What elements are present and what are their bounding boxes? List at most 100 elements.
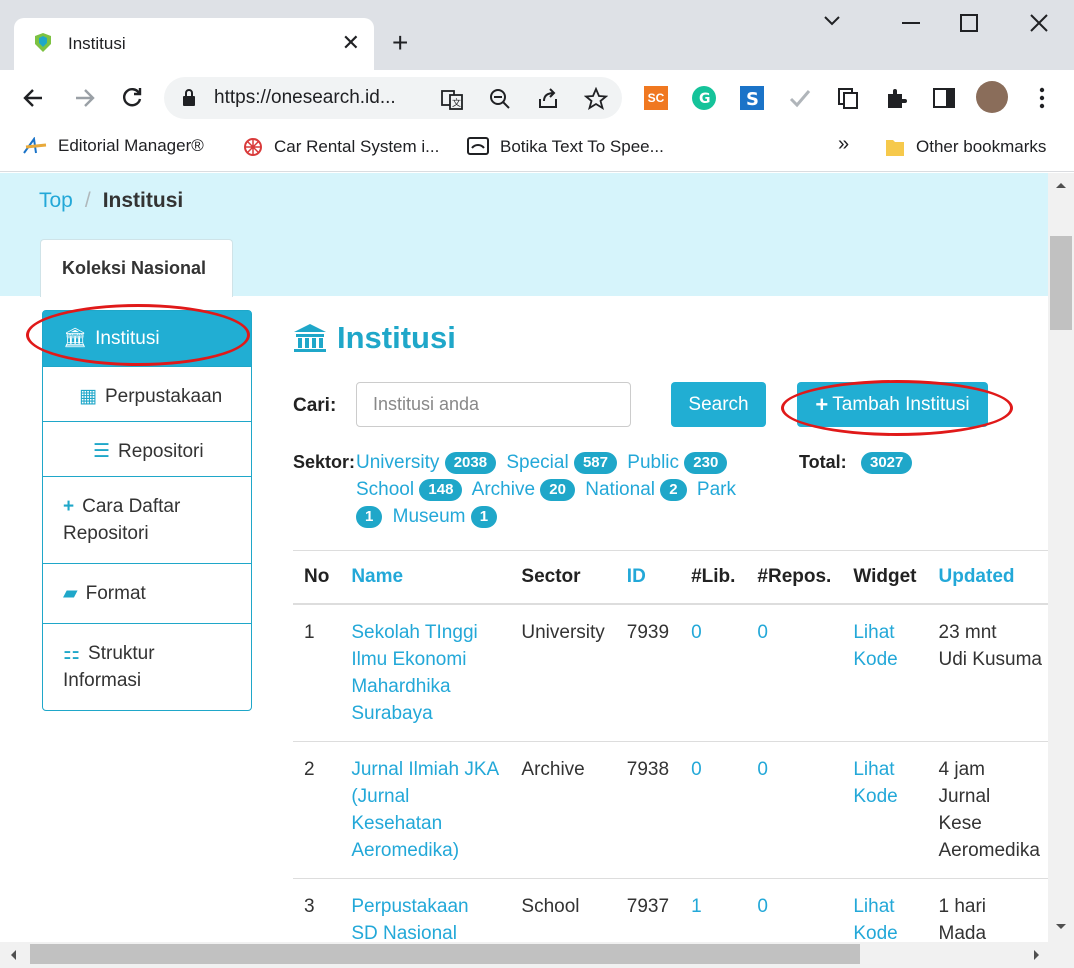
cell-sector: University [510, 604, 616, 742]
address-bar[interactable]: https://onesearch.id... 文 [164, 77, 622, 119]
repos-count-link[interactable]: 0 [746, 878, 843, 942]
scroll-right-arrow-icon[interactable] [1032, 948, 1042, 962]
search-button[interactable]: Search [671, 382, 766, 427]
cell-id: 7937 [615, 878, 681, 942]
zoom-out-icon[interactable] [488, 87, 512, 111]
new-tab-button[interactable]: + [392, 28, 408, 58]
repos-count-link[interactable]: 0 [746, 604, 843, 742]
sektor-name: School [356, 479, 415, 500]
sektor-item-school[interactable]: School 148 [356, 478, 463, 501]
close-window-icon[interactable] [1030, 14, 1048, 32]
sektor-item-university[interactable]: University 2038 [356, 451, 497, 474]
forward-arrow-icon[interactable] [70, 84, 98, 112]
tab-close-icon[interactable]: ✕ [342, 30, 360, 56]
scroll-left-arrow-icon[interactable] [8, 948, 18, 962]
scroll-down-arrow-icon[interactable] [1054, 922, 1068, 932]
sektor-item-park-count[interactable]: 1 [356, 505, 383, 528]
breadcrumb-separator: / [84, 189, 91, 212]
translate-icon[interactable]: 文 [440, 87, 464, 111]
col-updated-sort[interactable]: Updated [927, 550, 1048, 605]
bookmark-label: Editorial Manager® [58, 136, 204, 155]
add-institution-label: Tambah Institusi [832, 393, 970, 415]
sidebar-item-struktur-informasi[interactable]: ⚏ Struktur Informasi [43, 623, 251, 710]
sidebar-item-perpustakaan[interactable]: ▦ Perpustakaan [43, 366, 251, 421]
widget-code-link[interactable]: Lihat Kode [842, 741, 928, 879]
profile-avatar[interactable] [976, 81, 1008, 113]
count-badge: 148 [419, 478, 463, 501]
lock-icon[interactable] [182, 89, 196, 107]
browser-menu-icon[interactable] [1030, 86, 1054, 110]
repos-count-link[interactable]: 0 [746, 741, 843, 879]
count-badge: 2038 [444, 451, 497, 474]
browser-toolbar: https://onesearch.id... 文 SC G S [0, 70, 1074, 126]
sidebar-item-institusi[interactable]: 🏛 Institusi [43, 311, 251, 366]
bookmark-label: Car Rental System i... [274, 137, 440, 156]
search-input[interactable] [356, 382, 631, 427]
widget-code-link[interactable]: Lihat Kode [842, 604, 928, 742]
sidebar-item-label: Cara Daftar Repositori [63, 496, 181, 544]
sektor-item-national[interactable]: National 2 [585, 478, 687, 501]
tab-search-chevron-icon[interactable] [822, 14, 842, 28]
url-text[interactable]: https://onesearch.id... [214, 87, 396, 109]
cell-no: 1 [293, 604, 341, 742]
bookmark-star-icon[interactable] [584, 87, 608, 111]
breadcrumb-top-link[interactable]: Top [39, 189, 73, 212]
cell-updated: 23 mnt Udi Kusuma [927, 604, 1048, 742]
back-arrow-icon[interactable] [20, 84, 48, 112]
horizontal-scrollbar-thumb[interactable] [30, 944, 860, 964]
sidebar-item-label: Perpustakaan [104, 386, 223, 407]
lib-count-link[interactable]: 0 [680, 741, 747, 879]
updated-time: 4 jam [938, 759, 985, 780]
building-icon: ▦ [79, 386, 97, 407]
scroll-up-arrow-icon[interactable] [1054, 180, 1068, 190]
sidebar-item-repositori[interactable]: ☰ Repositori [43, 421, 251, 476]
institution-name-link[interactable]: Sekolah TInggi Ilmu Ekonomi Mahardhika S… [340, 604, 511, 742]
vertical-scrollbar-thumb[interactable] [1050, 236, 1072, 330]
folder-icon [886, 140, 904, 156]
sektor-item-special[interactable]: Special 587 [506, 451, 617, 474]
lib-count-link[interactable]: 0 [680, 604, 747, 742]
bookmark-botika[interactable]: Botika Text To Spee... [466, 136, 664, 158]
col-lib: #Lib. [680, 550, 747, 605]
maximize-icon[interactable] [960, 14, 978, 32]
bookmark-editorial-manager[interactable]: Editorial Manager® [22, 136, 204, 156]
s-extension-icon[interactable]: S [740, 86, 764, 110]
browser-tab[interactable]: Institusi ✕ [14, 18, 374, 70]
grammarly-icon[interactable]: G [692, 86, 716, 110]
cell-no: 2 [293, 741, 341, 879]
updated-by: Mada [938, 923, 987, 942]
tab-koleksi-nasional[interactable]: Koleksi Nasional [40, 239, 233, 297]
minimize-icon[interactable] [902, 22, 920, 26]
book-icon: ▰ [63, 583, 78, 604]
side-panel-icon[interactable] [932, 86, 956, 110]
institution-name-link[interactable]: Perpustakaan SD Nasional KPS Balikpapan [340, 878, 511, 942]
extensions-puzzle-icon[interactable] [884, 86, 908, 110]
institution-name-link[interactable]: Jurnal Ilmiah JKA (Jurnal Kesehatan Aero… [340, 741, 511, 879]
col-name-sort[interactable]: Name [340, 550, 511, 605]
sidebar-menu: 🏛 Institusi ▦ Perpustakaan ☰ Repositori + Ca… [42, 310, 252, 711]
sektor-item-public[interactable]: Public 230 [627, 451, 728, 474]
bookmark-car-rental[interactable]: Car Rental System i... [242, 136, 439, 158]
copy-extension-icon[interactable] [836, 86, 860, 110]
widget-code-link[interactable]: Lihat Kode [842, 878, 928, 942]
col-widget: Widget [842, 550, 928, 605]
bookmarks-bar: Editorial Manager® Car Rental System i..… [0, 126, 1074, 172]
lib-count-link[interactable]: 1 [680, 878, 747, 942]
sektor-item-archive[interactable]: Archive 20 [471, 478, 575, 501]
bookmarks-overflow-chevron[interactable]: » [838, 133, 849, 156]
sektor-item-park[interactable]: Park [697, 479, 736, 500]
bank-icon [294, 324, 326, 352]
col-sector: Sector [510, 550, 616, 605]
checkmark-extension-icon[interactable] [788, 86, 812, 110]
add-institution-button[interactable]: + Tambah Institusi [797, 382, 988, 427]
col-id-sort[interactable]: ID [615, 550, 681, 605]
share-icon[interactable] [536, 87, 560, 111]
reload-icon[interactable] [118, 84, 146, 112]
sc-extension-icon[interactable]: SC [644, 86, 668, 110]
sektor-name: Public [627, 452, 680, 473]
sektor-name: Archive [471, 479, 536, 500]
sidebar-item-format[interactable]: ▰ Format [43, 563, 251, 623]
sidebar-item-cara-daftar[interactable]: + Cara Daftar Repositori [43, 476, 251, 563]
sektor-item-museum[interactable]: Museum 1 [393, 505, 498, 528]
bookmark-other-bookmarks[interactable]: Other bookmarks [884, 136, 1046, 158]
